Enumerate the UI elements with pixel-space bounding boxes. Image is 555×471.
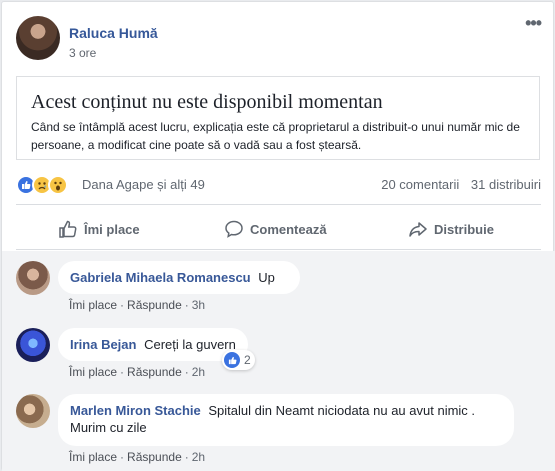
comment-time[interactable]: 2h [192, 365, 205, 379]
commenter-name[interactable]: Marlen Miron Stachie [70, 403, 201, 418]
comment-time[interactable]: 3h [192, 298, 205, 312]
like-button-label: Îmi place [84, 221, 140, 237]
commenter-name[interactable]: Gabriela Mihaela Romanescu [70, 270, 251, 285]
comment-bubble: Irina Bejan Cereți la guvern [58, 328, 248, 361]
author-avatar[interactable] [16, 16, 60, 60]
comments-count[interactable]: 20 comentarii [381, 177, 459, 192]
comment-like-link[interactable]: Îmi place [69, 365, 117, 379]
comment-reaction-count: 2 [244, 353, 251, 367]
comment-bubble: Gabriela Mihaela Romanescu Up [58, 261, 300, 294]
comment-text: Cereți la guvern [144, 337, 236, 352]
comment-reactions-badge[interactable]: 2 [222, 350, 255, 370]
comment-button[interactable]: Comentează [224, 208, 327, 250]
commenter-avatar[interactable] [16, 328, 50, 362]
comment-meta: Îmi place · Răspunde · 2h [69, 450, 206, 464]
post-stats: Dana Agape și alți 49 20 comentarii 31 d… [16, 174, 541, 196]
like-button[interactable]: Îmi place [58, 208, 140, 250]
comment-button-label: Comentează [250, 221, 327, 237]
comment-like-link[interactable]: Îmi place [69, 450, 117, 464]
wow-icon [48, 175, 68, 195]
commenter-avatar[interactable] [16, 394, 50, 428]
comments-section: Gabriela Mihaela Romanescu Up Îmi place ·… [2, 251, 555, 471]
comment-text: Up [258, 270, 275, 285]
post-actions: Îmi place Comentează Distribuie [16, 208, 541, 250]
unavailable-content-box: Acest conținut nu este disponibil moment… [16, 76, 540, 160]
comment-reply-link[interactable]: Răspunde [127, 298, 182, 312]
share-icon [409, 222, 427, 237]
post-time[interactable]: 3 ore [69, 46, 96, 60]
like-icon [224, 352, 240, 368]
comment-meta: Îmi place · Răspunde · 3h [69, 298, 206, 312]
reaction-icons[interactable] [16, 174, 68, 196]
comment-reply-link[interactable]: Răspunde [127, 365, 182, 379]
more-options-icon[interactable]: ••• [525, 14, 542, 32]
post-header: Raluca Humă 3 ore ••• [16, 14, 542, 62]
unavailable-description: Când se întâmplă acest lucru, explicația… [31, 120, 520, 152]
share-button[interactable]: Distribuie [408, 208, 494, 250]
reacted-by-text[interactable]: Dana Agape și alți 49 [82, 177, 205, 192]
thumbs-up-icon [59, 220, 77, 238]
comment-time[interactable]: 2h [192, 450, 205, 464]
author-name[interactable]: Raluca Humă [69, 25, 158, 41]
commenter-avatar[interactable] [16, 261, 50, 295]
shares-count[interactable]: 31 distribuiri [471, 177, 541, 192]
comment-like-link[interactable]: Îmi place [69, 298, 117, 312]
comment-reply-link[interactable]: Răspunde [127, 450, 182, 464]
commenter-name[interactable]: Irina Bejan [70, 337, 136, 352]
comment-bubble: Marlen Miron Stachie Spitalul din Neamt … [58, 394, 514, 446]
divider [16, 249, 541, 250]
comment-icon [225, 220, 243, 238]
unavailable-title: Acest conținut nu este disponibil moment… [31, 91, 383, 113]
comment-meta: Îmi place · Răspunde · 2h [69, 365, 206, 379]
share-button-label: Distribuie [434, 221, 494, 237]
divider [16, 204, 541, 205]
post-counts: 20 comentarii 31 distribuiri [373, 177, 541, 192]
post-card: Raluca Humă 3 ore ••• Acest conținut nu … [1, 1, 555, 471]
